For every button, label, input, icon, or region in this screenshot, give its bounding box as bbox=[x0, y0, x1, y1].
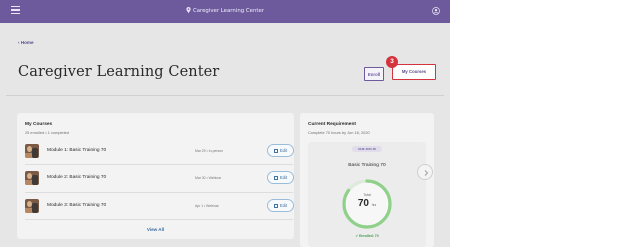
course-name: Module 3: Basic Training 70 bbox=[47, 203, 107, 208]
step-badge: 3 bbox=[386, 56, 398, 68]
course-meta: Apr 1 • Webinar bbox=[195, 204, 219, 208]
top-bar: Caregiver Learning Center bbox=[0, 0, 450, 23]
current-requirement-panel: Current Requirement Complete 70 hours by… bbox=[300, 113, 434, 247]
requirement-card-title: Basic Training 70 bbox=[348, 163, 386, 168]
app-title: Caregiver Learning Center bbox=[192, 8, 265, 14]
course-row[interactable]: Module 2: Basic Training 70 Mar 30 • Web… bbox=[25, 171, 294, 187]
course-name: Module 2: Basic Training 70 bbox=[47, 175, 107, 180]
course-thumbnail bbox=[25, 144, 39, 158]
edit-button[interactable]: Edit bbox=[267, 144, 294, 157]
location-pin-icon bbox=[186, 7, 191, 13]
row-divider bbox=[25, 219, 293, 220]
view-all-link[interactable]: View All bbox=[17, 227, 294, 232]
course-thumbnail bbox=[25, 171, 39, 185]
my-courses-summary: 25 enrolled • 1 completed bbox=[25, 130, 69, 135]
calendar-icon bbox=[273, 175, 278, 180]
back-label: Home bbox=[20, 40, 34, 45]
back-link[interactable]: ‹ Home bbox=[18, 40, 34, 45]
ring-number: 70 bbox=[357, 198, 369, 209]
ring-label: Total bbox=[363, 193, 371, 197]
next-button[interactable] bbox=[417, 164, 433, 180]
course-meta: Mar 30 • Webinar bbox=[195, 176, 222, 180]
course-thumbnail bbox=[25, 199, 39, 213]
requirement-title: Current Requirement bbox=[308, 122, 356, 127]
ring-unit: hrs bbox=[371, 203, 377, 207]
course-name: Module 1: Basic Training 70 bbox=[47, 148, 107, 153]
course-meta: Mar 29 • In-person bbox=[195, 149, 223, 153]
header-divider bbox=[6, 95, 444, 96]
requirement-subtitle: Complete 70 hours by Jun 18, 2020 bbox=[308, 130, 370, 135]
calendar-icon bbox=[273, 203, 278, 208]
page-title: Caregiver Learning Center bbox=[18, 64, 220, 80]
edit-button[interactable]: Edit bbox=[267, 171, 294, 184]
course-row[interactable]: Module 3: Basic Training 70 Apr 1 • Webi… bbox=[25, 199, 294, 215]
user-icon[interactable] bbox=[432, 7, 440, 15]
edit-label: Edit bbox=[279, 148, 288, 153]
enrolled-status: ✓ Enrolled: 70 bbox=[355, 234, 379, 238]
row-divider bbox=[25, 192, 293, 193]
due-date-pill: DUE JUN 18 bbox=[352, 146, 382, 152]
enroll-button[interactable]: Enroll bbox=[364, 67, 384, 81]
requirement-card[interactable]: DUE JUN 18 Basic Training 70 Total 70 hr… bbox=[308, 142, 426, 247]
my-courses-panel: My Courses 25 enrolled • 1 completed Mod… bbox=[17, 113, 294, 239]
row-divider bbox=[25, 164, 293, 165]
calendar-icon bbox=[273, 148, 278, 153]
ring-value: 70 hrs bbox=[340, 198, 394, 209]
my-courses-title: My Courses bbox=[25, 122, 53, 127]
edit-button[interactable]: Edit bbox=[267, 199, 294, 212]
edit-label: Edit bbox=[279, 175, 288, 180]
course-row[interactable]: Module 1: Basic Training 70 Mar 29 • In-… bbox=[25, 144, 294, 160]
my-courses-button[interactable]: My Courses bbox=[392, 64, 436, 80]
chevron-right-icon bbox=[424, 170, 429, 176]
app-window: Caregiver Learning Center ‹ Home Caregiv… bbox=[0, 0, 450, 247]
edit-label: Edit bbox=[279, 203, 288, 208]
app-title-bar: Caregiver Learning Center bbox=[0, 0, 450, 23]
